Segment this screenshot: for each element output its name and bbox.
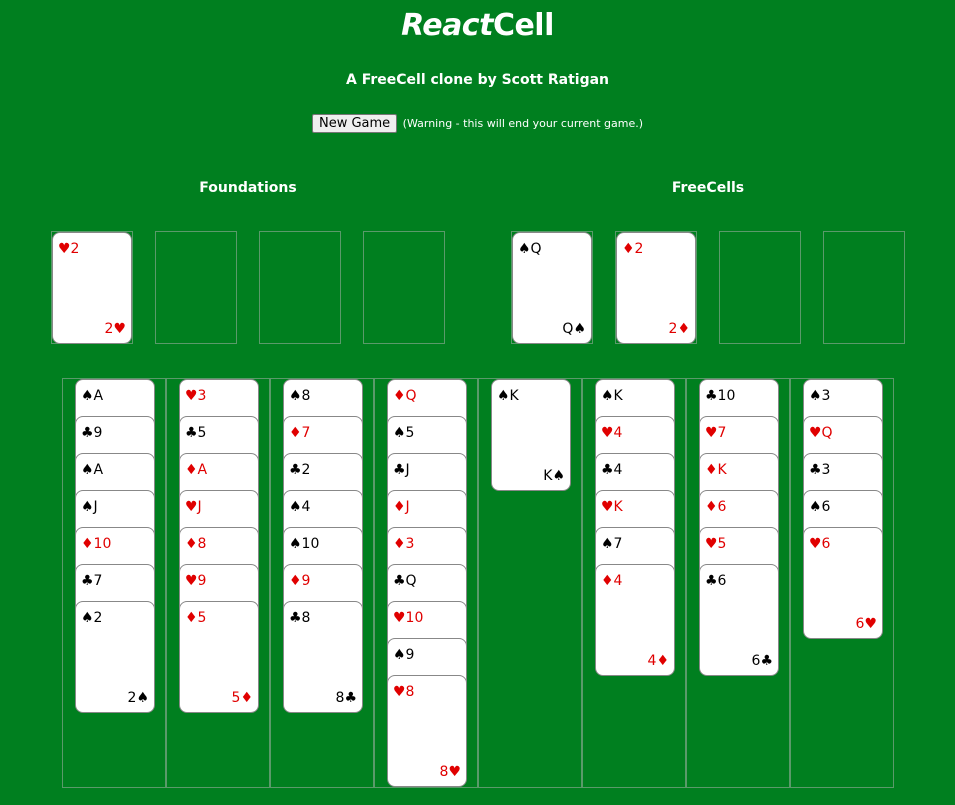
card-label: ♦3 (393, 536, 415, 552)
card-label: ♥4 (601, 425, 623, 441)
card-corner-label: 8♣ (335, 690, 357, 706)
foundation-slot[interactable]: ♥2 2♥ (51, 231, 133, 344)
card-label: ♥2 (58, 241, 80, 257)
card-label: ♥Q (809, 425, 833, 441)
freecell-slot[interactable]: ♠Q Q♠ (511, 231, 593, 344)
card-label: ♥6 (809, 536, 831, 552)
playing-card[interactable]: ♥8 8♥ (387, 675, 467, 787)
card-corner-label: K♠ (543, 468, 565, 484)
card-label: ♦7 (289, 425, 311, 441)
playing-card[interactable]: ♦2 2♦ (616, 232, 696, 344)
card-label: ♥8 (393, 684, 415, 700)
card-corner-label: 6♥ (855, 616, 877, 632)
tableau-column[interactable]: ♠A ♣9 ♠A ♠J ♦10 ♣7 ♠2 2♠ (62, 378, 166, 788)
playing-card[interactable]: ♦4 4♦ (595, 564, 675, 676)
freecell-slot[interactable] (719, 231, 801, 344)
freecell-slot[interactable] (823, 231, 905, 344)
playing-card[interactable]: ♣6 6♣ (699, 564, 779, 676)
card-label: ♠J (81, 499, 98, 515)
card-label: ♠Q (518, 241, 542, 257)
title-rest: Cell (492, 8, 554, 43)
card-corner-label: 8♥ (439, 764, 461, 780)
card-label: ♦5 (185, 610, 207, 626)
playing-card[interactable]: ♠K K♠ (491, 379, 571, 491)
card-label: ♣5 (185, 425, 207, 441)
card-label: ♦9 (289, 573, 311, 589)
new-game-button[interactable]: New Game (311, 114, 398, 133)
card-label: ♠K (497, 388, 519, 404)
card-label: ♠A (81, 462, 104, 478)
card-label: ♣J (393, 462, 410, 478)
foundation-slot[interactable] (259, 231, 341, 344)
card-label: ♠A (81, 388, 104, 404)
tableau-column[interactable]: ♠K K♠ (478, 378, 582, 788)
card-label: ♥3 (185, 388, 207, 404)
card-label: ♣9 (81, 425, 103, 441)
tableau-column[interactable]: ♦Q ♠5 ♣J ♦J ♦3 ♣Q ♥10 ♠9 ♥8 8♥ (374, 378, 478, 788)
card-label: ♥9 (185, 573, 207, 589)
card-label: ♣3 (809, 462, 831, 478)
playing-card[interactable]: ♠Q Q♠ (512, 232, 592, 344)
foundation-slot[interactable] (363, 231, 445, 344)
card-label: ♠6 (809, 499, 831, 515)
card-label: ♠5 (393, 425, 415, 441)
card-corner-label: 2♠ (127, 690, 149, 706)
card-corner-label: 5♦ (231, 690, 253, 706)
card-corner-label: 4♦ (647, 653, 669, 669)
card-label: ♥7 (705, 425, 727, 441)
card-label: ♣2 (289, 462, 311, 478)
card-label: ♥5 (705, 536, 727, 552)
title-italic: React (401, 8, 493, 43)
card-label: ♦J (393, 499, 410, 515)
card-label: ♥10 (393, 610, 424, 626)
card-label: ♦8 (185, 536, 207, 552)
tableau-column[interactable]: ♠3 ♥Q ♣3 ♠6 ♥6 6♥ (790, 378, 894, 788)
foundation-slot[interactable] (155, 231, 237, 344)
card-label: ♣4 (601, 462, 623, 478)
new-game-warning: (Warning - this will end your current ga… (402, 117, 644, 130)
tableau-column[interactable]: ♠8 ♦7 ♣2 ♠4 ♠10 ♦9 ♣8 8♣ (270, 378, 374, 788)
card-label: ♠4 (289, 499, 311, 515)
playing-card[interactable]: ♦5 5♦ (179, 601, 259, 713)
playing-card[interactable]: ♠2 2♠ (75, 601, 155, 713)
app-title: ReactCell (0, 8, 955, 43)
card-corner-label: 2♦ (668, 321, 690, 337)
card-corner-label: 2♥ (104, 321, 126, 337)
tableau-column[interactable]: ♥3 ♣5 ♦A ♥J ♦8 ♥9 ♦5 5♦ (166, 378, 270, 788)
tableau: ♠A ♣9 ♠A ♠J ♦10 ♣7 ♠2 2♠ ♥3 ♣5 ♦A ♥J ♦8 ♥9 ♦5 5♦ ♠8 ♦7 ♣2 ♠… (62, 378, 894, 788)
card-label: ♦4 (601, 573, 623, 589)
card-label: ♠9 (393, 647, 415, 663)
foundations-heading: Foundations (199, 180, 297, 196)
card-label: ♦10 (81, 536, 112, 552)
card-label: ♠K (601, 388, 623, 404)
playing-card[interactable]: ♥6 6♥ (803, 527, 883, 639)
freecells-heading: FreeCells (671, 180, 745, 196)
card-label: ♠3 (809, 388, 831, 404)
card-corner-label: Q♠ (562, 321, 586, 337)
card-label: ♠10 (289, 536, 320, 552)
new-game-row: New Game (Warning - this will end your c… (0, 114, 955, 133)
card-label: ♥J (185, 499, 202, 515)
playing-card[interactable]: ♣8 8♣ (283, 601, 363, 713)
playing-card[interactable]: ♥2 2♥ (52, 232, 132, 344)
card-label: ♠2 (81, 610, 103, 626)
card-label: ♠8 (289, 388, 311, 404)
card-label: ♣8 (289, 610, 311, 626)
card-label: ♦6 (705, 499, 727, 515)
card-label: ♦Q (393, 388, 417, 404)
card-corner-label: 6♣ (751, 653, 773, 669)
tableau-column[interactable]: ♣10 ♥7 ♦K ♦6 ♥5 ♣6 6♣ (686, 378, 790, 788)
card-label: ♥K (601, 499, 623, 515)
card-label: ♣Q (393, 573, 417, 589)
card-label: ♣7 (81, 573, 103, 589)
freecell-slot[interactable]: ♦2 2♦ (615, 231, 697, 344)
card-label: ♦2 (622, 241, 644, 257)
card-label: ♣6 (705, 573, 727, 589)
card-label: ♦A (185, 462, 208, 478)
app-subtitle: A FreeCell clone by Scott Ratigan (346, 72, 609, 88)
tableau-column[interactable]: ♠K ♥4 ♣4 ♥K ♠7 ♦4 4♦ (582, 378, 686, 788)
card-label: ♣10 (705, 388, 736, 404)
card-label: ♦K (705, 462, 727, 478)
card-label: ♠7 (601, 536, 623, 552)
